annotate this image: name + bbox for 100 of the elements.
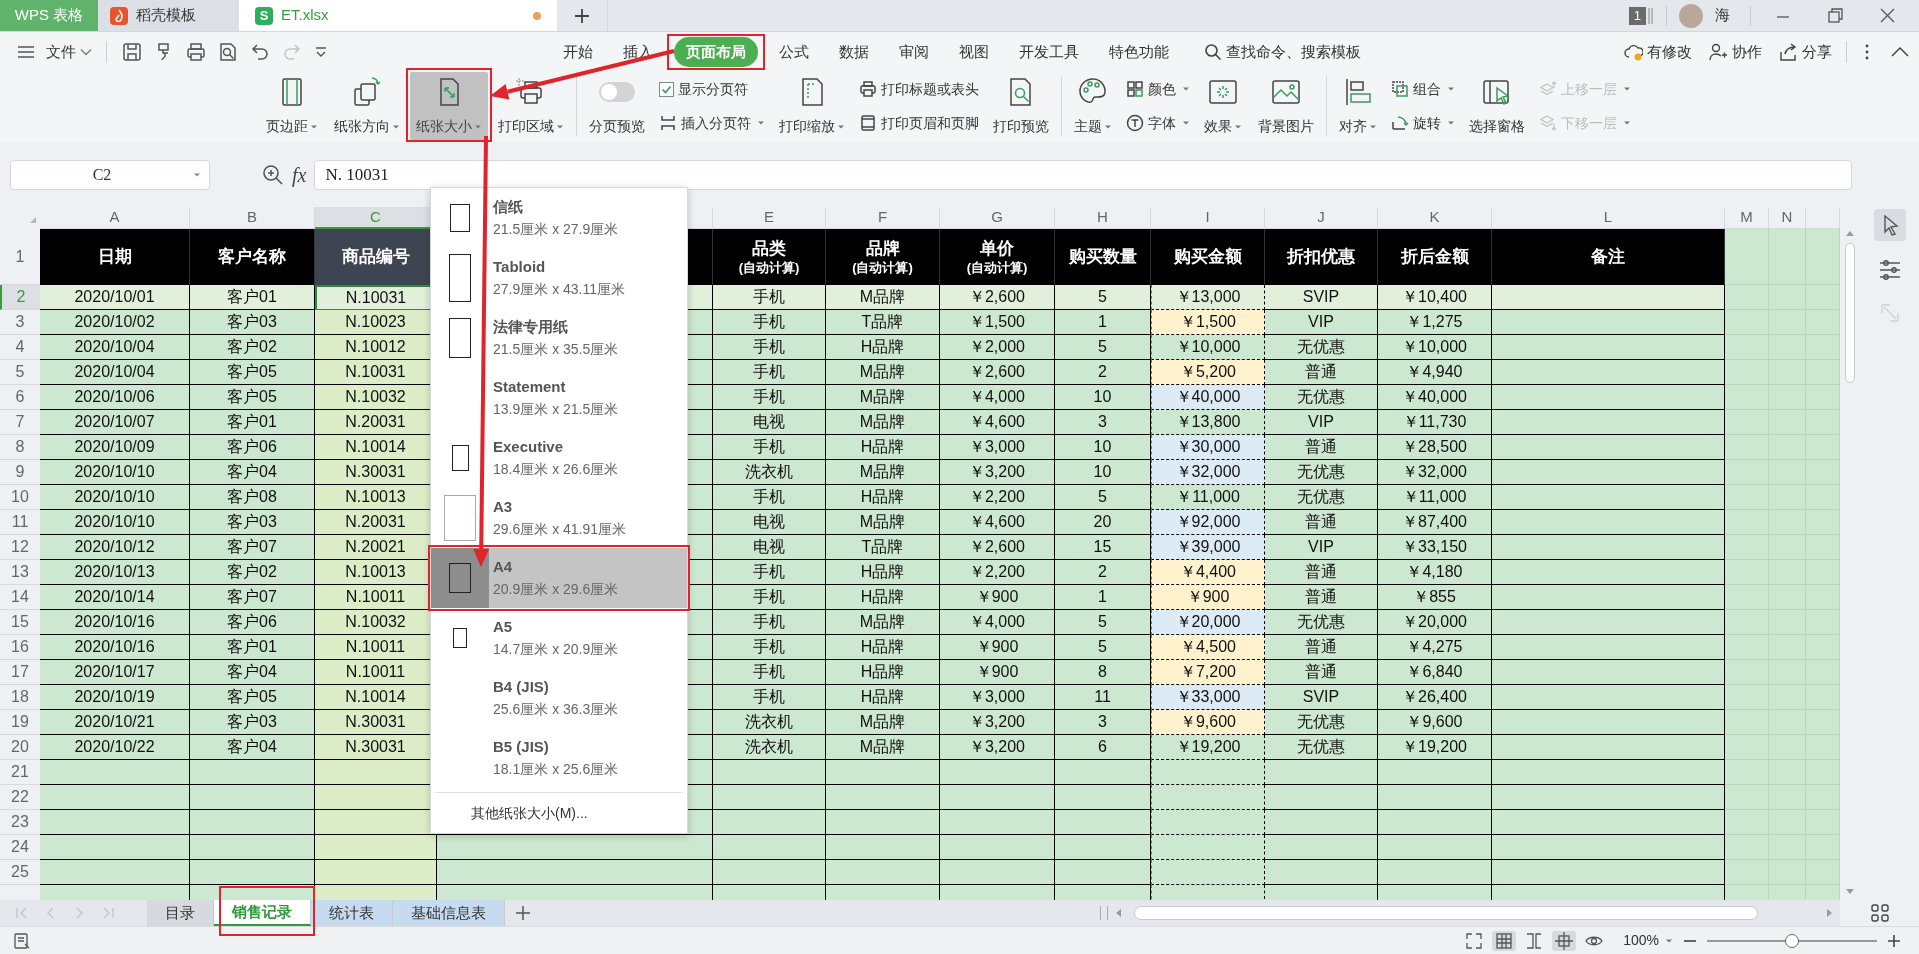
- table-cell[interactable]: [1378, 810, 1492, 835]
- menu-item[interactable]: B5 (JIS) 18.1厘米 x 25.6厘米: [431, 728, 687, 788]
- table-cell[interactable]: [1055, 860, 1151, 885]
- table-cell[interactable]: 10: [1055, 460, 1151, 485]
- table-cell[interactable]: VIP: [1265, 410, 1378, 435]
- sheet-tab[interactable]: 基础信息表: [393, 900, 505, 926]
- table-cell[interactable]: [1492, 635, 1725, 660]
- last-sheet-icon[interactable]: [101, 906, 116, 920]
- table-cell[interactable]: ￥28,500: [1378, 435, 1492, 460]
- table-cell[interactable]: ￥2,600: [940, 360, 1055, 385]
- row-number[interactable]: 8: [0, 435, 40, 460]
- table-cell[interactable]: 客户02: [190, 335, 315, 360]
- row-number[interactable]: 10: [0, 485, 40, 510]
- table-cell[interactable]: [40, 785, 190, 810]
- table-cell[interactable]: [1378, 760, 1492, 785]
- table-cell[interactable]: [1055, 810, 1151, 835]
- table-cell[interactable]: 2020/10/22: [40, 735, 190, 760]
- table-cell[interactable]: M品牌: [826, 285, 940, 310]
- ribbon-button[interactable]: 插入分页符: [659, 112, 765, 134]
- table-cell[interactable]: 2020/10/12: [40, 535, 190, 560]
- table-cell[interactable]: 2020/10/21: [40, 710, 190, 735]
- table-cell[interactable]: 无优惠: [1265, 735, 1378, 760]
- table-cell[interactable]: ￥2,600: [940, 285, 1055, 310]
- table-cell[interactable]: ￥10,000: [1378, 335, 1492, 360]
- table-cell[interactable]: 10: [1055, 435, 1151, 460]
- table-cell[interactable]: [1265, 835, 1378, 860]
- table-cell[interactable]: 客户02: [190, 560, 315, 585]
- column-header[interactable]: I: [1151, 207, 1265, 229]
- function-button[interactable]: fx: [292, 159, 307, 190]
- table-cell[interactable]: 2020/10/01: [40, 285, 190, 310]
- menu-item[interactable]: 信纸 21.5厘米 x 27.9厘米: [431, 188, 687, 248]
- table-cell[interactable]: ￥11,730: [1378, 410, 1492, 435]
- table-cell[interactable]: 客户06: [190, 435, 315, 460]
- table-cell[interactable]: [1265, 760, 1378, 785]
- toolbar-button[interactable]: 协作: [1700, 40, 1770, 64]
- row-number[interactable]: 19: [0, 710, 40, 735]
- table-cell[interactable]: 5: [1055, 285, 1151, 310]
- row-number[interactable]: 3: [0, 310, 40, 335]
- table-cell[interactable]: 2020/10/10: [40, 510, 190, 535]
- table-cell[interactable]: [1055, 785, 1151, 810]
- ribbon-button[interactable]: 打印页眉和页脚: [859, 112, 979, 134]
- ribbon-button[interactable]: 打印缩放: [773, 72, 851, 140]
- row-number[interactable]: 13: [0, 560, 40, 585]
- column-header[interactable]: H: [1055, 207, 1151, 229]
- row-number[interactable]: 25: [0, 860, 40, 885]
- table-cell[interactable]: 2020/10/10: [40, 460, 190, 485]
- row-number[interactable]: 12: [0, 535, 40, 560]
- printer-icon[interactable]: [185, 41, 207, 63]
- table-cell[interactable]: 电视: [713, 535, 826, 560]
- table-cell[interactable]: ￥9,600: [1378, 710, 1492, 735]
- ribbon-tab[interactable]: 数据: [824, 36, 884, 68]
- table-cell[interactable]: 手机: [713, 485, 826, 510]
- table-cell[interactable]: H品牌: [826, 685, 940, 710]
- table-cell[interactable]: [1492, 285, 1725, 310]
- table-cell[interactable]: ￥5,200: [1151, 360, 1265, 385]
- table-cell[interactable]: ￥4,600: [940, 410, 1055, 435]
- row-number[interactable]: 9: [0, 460, 40, 485]
- table-cell[interactable]: 2020/10/02: [40, 310, 190, 335]
- ribbon-button[interactable]: 页边距: [260, 72, 324, 140]
- table-cell[interactable]: ￥2,000: [940, 335, 1055, 360]
- scroll-left-icon[interactable]: [1114, 908, 1122, 918]
- first-sheet-icon[interactable]: [14, 906, 29, 920]
- table-cell[interactable]: H品牌: [826, 660, 940, 685]
- table-cell[interactable]: [826, 785, 940, 810]
- scroll-up-icon[interactable]: [1845, 229, 1855, 237]
- table-cell[interactable]: 6: [1055, 735, 1151, 760]
- column-header[interactable]: L: [1492, 207, 1725, 229]
- table-cell[interactable]: 手机: [713, 660, 826, 685]
- formula-input[interactable]: N. 10031: [314, 159, 1853, 190]
- table-cell[interactable]: 5: [1055, 485, 1151, 510]
- ribbon-button[interactable]: 效果: [1198, 72, 1248, 140]
- table-cell[interactable]: SVIP: [1265, 285, 1378, 310]
- table-cell[interactable]: ￥19,200: [1378, 735, 1492, 760]
- user-name[interactable]: 海: [1715, 4, 1730, 27]
- apps-grid-icon[interactable]: [1869, 903, 1890, 923]
- table-cell[interactable]: [940, 785, 1055, 810]
- add-sheet-icon[interactable]: [515, 905, 531, 921]
- table-cell[interactable]: 无优惠: [1265, 710, 1378, 735]
- add-tab-icon[interactable]: [573, 6, 591, 25]
- column-header[interactable]: E: [713, 207, 826, 229]
- table-cell[interactable]: 2020/10/13: [40, 560, 190, 585]
- menu-item[interactable]: A5 14.7厘米 x 20.9厘米: [431, 608, 687, 668]
- table-cell[interactable]: ￥20,000: [1378, 610, 1492, 635]
- row-number[interactable]: 20: [0, 735, 40, 760]
- document-icon[interactable]: [12, 930, 32, 951]
- table-cell[interactable]: T品牌: [826, 310, 940, 335]
- menu-item[interactable]: Statement 13.9厘米 x 21.5厘米: [431, 368, 687, 428]
- table-cell[interactable]: 10: [1055, 385, 1151, 410]
- table-cell[interactable]: [1492, 460, 1725, 485]
- table-cell[interactable]: 客户05: [190, 385, 315, 410]
- row-number[interactable]: 6: [0, 385, 40, 410]
- row-number[interactable]: 16: [0, 635, 40, 660]
- table-cell[interactable]: 客户05: [190, 360, 315, 385]
- search-command-button[interactable]: 查找命令、搜索模板: [1204, 40, 1361, 64]
- ribbon-button[interactable]: 打印预览: [987, 72, 1055, 140]
- table-cell[interactable]: 客户04: [190, 460, 315, 485]
- menu-item[interactable]: A3 29.6厘米 x 41.91厘米: [431, 488, 687, 548]
- name-box[interactable]: C2: [10, 159, 210, 190]
- table-cell[interactable]: 2020/10/14: [40, 585, 190, 610]
- table-cell[interactable]: [1492, 510, 1725, 535]
